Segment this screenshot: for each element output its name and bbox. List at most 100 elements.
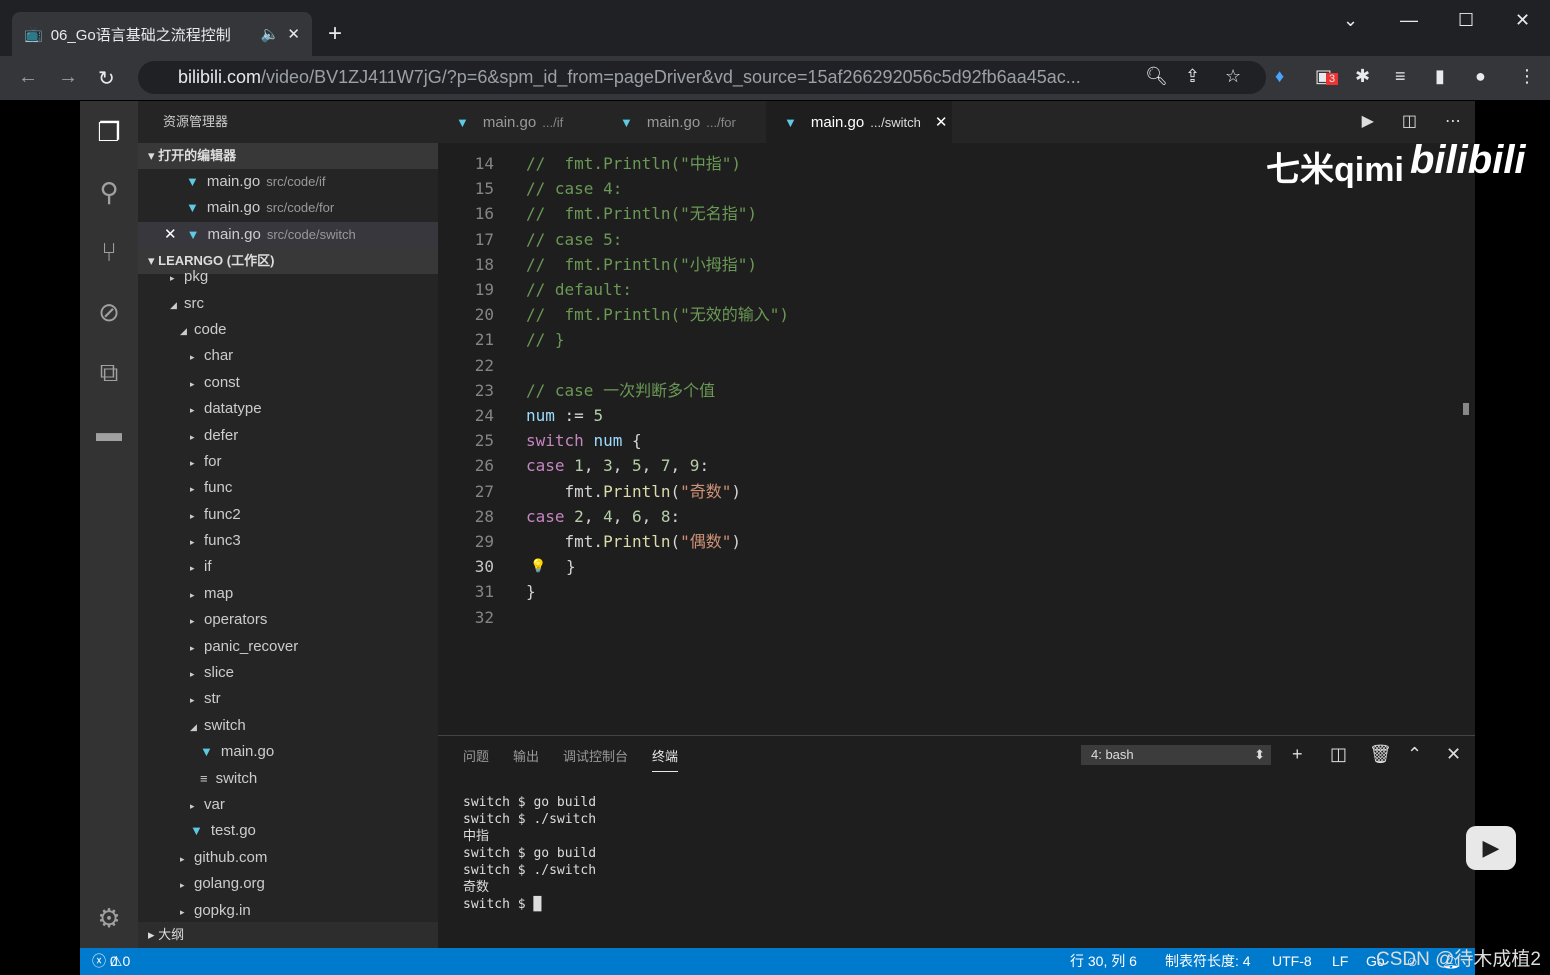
- tree-item[interactable]: ▸ gopkg.in: [138, 898, 438, 920]
- maximize-panel-icon[interactable]: ⌃: [1407, 744, 1422, 765]
- tree-item[interactable]: ▸ defer: [138, 423, 438, 449]
- maximize-button[interactable]: ☐: [1458, 10, 1474, 31]
- tree-item[interactable]: ▼ main.go: [138, 739, 438, 765]
- new-terminal-icon[interactable]: +: [1292, 744, 1303, 765]
- code-line: // case 一次判断多个值: [526, 380, 716, 400]
- sidepanel-icon[interactable]: ▮: [1435, 66, 1445, 87]
- open-editors-header[interactable]: ▾ 打开的编辑器: [138, 143, 438, 169]
- chevron-down-icon: ◢: [170, 299, 177, 310]
- extension-icon[interactable]: ▣3: [1315, 66, 1339, 87]
- search-icon[interactable]: ⚲: [94, 177, 124, 207]
- tab-terminal[interactable]: 终端: [652, 746, 679, 772]
- tree-item-label: switch: [204, 716, 246, 734]
- tree-item-label: switch: [215, 769, 258, 787]
- address-bar[interactable]: bilibili.com/video/BV1ZJ411W7jG/?p=6&spm…: [138, 61, 1266, 94]
- more-icon[interactable]: ⋯: [1431, 101, 1475, 143]
- line-number: 23: [474, 380, 494, 400]
- minimize-button[interactable]: —: [1400, 10, 1418, 31]
- tree-item[interactable]: ▸ func: [138, 475, 438, 501]
- forward-button[interactable]: →: [58, 66, 78, 89]
- tab-problems[interactable]: 问题: [463, 746, 489, 772]
- tree-item[interactable]: ▸ operators: [138, 607, 438, 633]
- editor-tab-for[interactable]: ▼ main.go .../for: [602, 101, 766, 143]
- eol[interactable]: LF: [1332, 948, 1348, 975]
- extensions-icon[interactable]: ⧉: [94, 357, 124, 387]
- tree-item-label: pkg: [184, 268, 209, 286]
- line-number: 27: [474, 481, 494, 501]
- tree-item[interactable]: ▸ char: [138, 343, 438, 369]
- tree-item[interactable]: ▸ panic_recover: [138, 634, 438, 660]
- profile-icon[interactable]: ●: [1475, 66, 1486, 87]
- close-icon[interactable]: ✕: [164, 226, 177, 243]
- tab-path: .../if: [542, 114, 564, 130]
- tree-item[interactable]: ▸ const: [138, 370, 438, 396]
- tree-item[interactable]: ≡ switch: [138, 766, 438, 792]
- folder-icon[interactable]: ▬: [94, 417, 124, 447]
- scrollbar[interactable]: [1463, 403, 1469, 415]
- media-icon[interactable]: ≡: [1395, 66, 1406, 87]
- share-icon[interactable]: ⇪: [1185, 66, 1200, 87]
- close-icon[interactable]: ✕: [935, 113, 948, 131]
- tree-item[interactable]: ▸ for: [138, 449, 438, 475]
- close-panel-icon[interactable]: ✕: [1446, 744, 1461, 765]
- code-line: fmt.Println("奇数"): [526, 481, 742, 501]
- puzzle-icon[interactable]: ✱: [1355, 66, 1370, 87]
- run-icon[interactable]: ▶: [1348, 101, 1388, 143]
- code-line: // case 5:: [526, 229, 623, 249]
- close-window-button[interactable]: ✕: [1515, 10, 1530, 31]
- close-tab-icon[interactable]: ✕: [287, 25, 300, 43]
- line-number: 28: [474, 506, 494, 526]
- tree-item[interactable]: ▸ golang.org: [138, 871, 438, 897]
- browser-tab[interactable]: 📺 06_Go语言基础之流程控制 🔈 ✕: [12, 12, 312, 56]
- zoom-icon[interactable]: 🔍︎: [1145, 66, 1168, 87]
- tree-item[interactable]: ◢ switch: [138, 713, 438, 739]
- split-editor-icon[interactable]: ◫: [1388, 101, 1431, 143]
- star-icon[interactable]: ☆: [1225, 66, 1241, 87]
- editor-tab-switch[interactable]: ▼ main.go .../switch ✕: [766, 101, 952, 143]
- encoding[interactable]: UTF-8: [1272, 948, 1312, 975]
- code-line: // fmt.Println("无名指"): [526, 204, 758, 224]
- lightbulb-icon[interactable]: 💡: [530, 554, 546, 579]
- tab-debug-console[interactable]: 调试控制台: [563, 746, 628, 772]
- open-editor-item[interactable]: ▼ main.go src/code/if: [138, 169, 438, 195]
- tree-item[interactable]: ▸ github.com: [138, 845, 438, 871]
- tree-item[interactable]: ▸ func2: [138, 502, 438, 528]
- editor-tab-if[interactable]: ▼ main.go .../if: [438, 101, 602, 143]
- tree-item[interactable]: ▸ str: [138, 686, 438, 712]
- tree-item[interactable]: ▸ pkg: [138, 264, 438, 290]
- split-terminal-icon[interactable]: ◫: [1330, 744, 1347, 765]
- file-path: src/code/for: [266, 200, 335, 216]
- menu-icon[interactable]: ⋮: [1518, 66, 1536, 87]
- tree-item[interactable]: ▸ datatype: [138, 396, 438, 422]
- tree-item[interactable]: ▸ func3: [138, 528, 438, 554]
- tab-search-icon[interactable]: ⌄: [1343, 10, 1358, 31]
- new-tab-button[interactable]: +: [328, 20, 342, 48]
- outline-header[interactable]: ▸ 大纲: [138, 922, 438, 948]
- cursor-position[interactable]: 行 30, 列 6: [1070, 948, 1137, 975]
- tree-item[interactable]: ◢ code: [138, 317, 438, 343]
- problems-status[interactable]: ⓧ 0 ⚠ 0: [92, 948, 130, 975]
- debug-icon[interactable]: ⊘: [94, 297, 124, 327]
- open-editor-item[interactable]: ✕ ▼ main.go src/code/switch: [138, 221, 438, 249]
- terminal-output[interactable]: switch $ go build switch $ ./switch 中指 swit…: [463, 794, 596, 913]
- tree-item[interactable]: ▸ slice: [138, 660, 438, 686]
- speaker-icon[interactable]: 🔈: [261, 25, 280, 43]
- tree-item[interactable]: ◢ src: [138, 291, 438, 317]
- tab-size[interactable]: 制表符长度: 4: [1165, 948, 1251, 975]
- extension-pin-icon[interactable]: ♦: [1275, 66, 1284, 87]
- open-editor-item[interactable]: ▼ main.go src/code/for: [138, 195, 438, 221]
- tree-item-label: datatype: [204, 400, 262, 418]
- trash-icon[interactable]: 🗑︎: [1369, 744, 1392, 765]
- back-button[interactable]: ←: [18, 66, 38, 89]
- tree-item[interactable]: ▸ if: [138, 554, 438, 580]
- gear-icon[interactable]: ⚙: [94, 903, 124, 933]
- tree-item[interactable]: ▸ var: [138, 792, 438, 818]
- terminal-select[interactable]: 4: bash ⬍: [1081, 745, 1271, 765]
- tree-item[interactable]: ▸ map: [138, 581, 438, 607]
- tree-item[interactable]: ▼ test.go: [138, 818, 438, 844]
- tab-output[interactable]: 输出: [513, 746, 539, 772]
- reload-button[interactable]: ↻: [98, 66, 115, 91]
- explorer-icon[interactable]: ❐: [94, 117, 124, 147]
- bilibili-play-icon[interactable]: ▶: [1466, 826, 1516, 870]
- source-control-icon[interactable]: ⑂: [94, 237, 124, 267]
